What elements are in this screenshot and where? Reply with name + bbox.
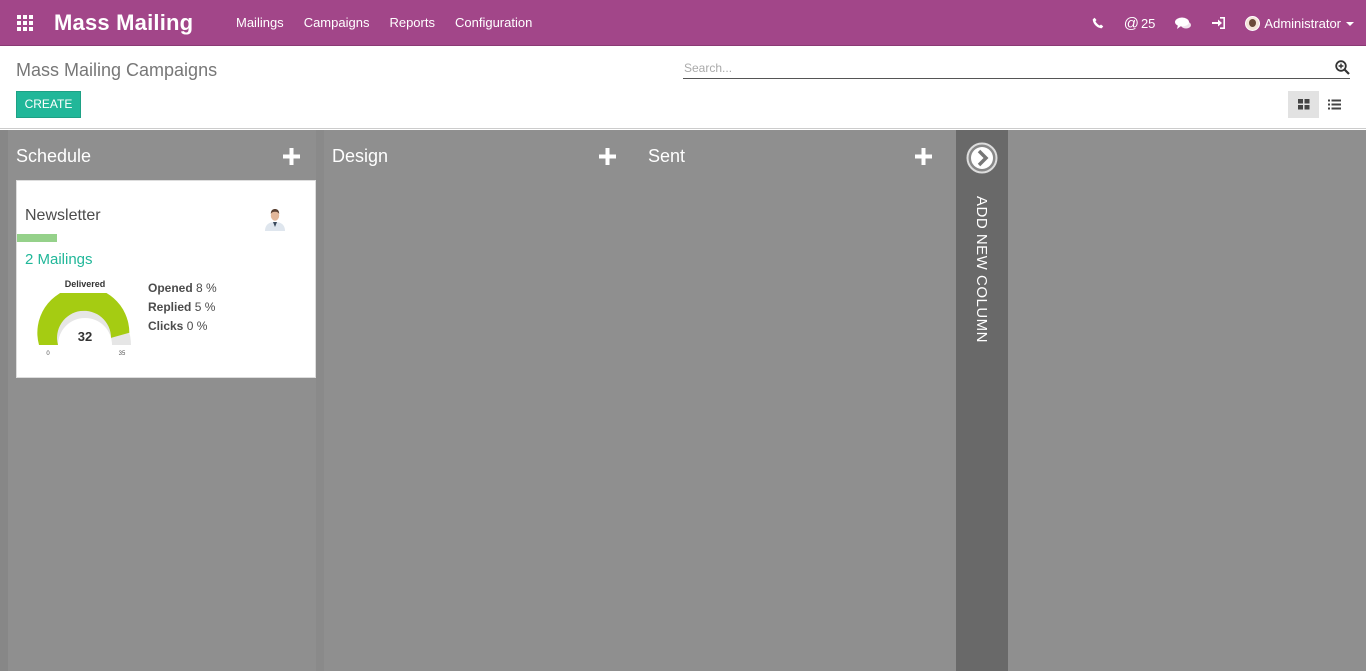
mentions-button[interactable]: @ 25 <box>1114 0 1166 46</box>
kanban-left-gutter <box>0 130 8 671</box>
add-new-column[interactable]: ADD NEW COLUMN <box>956 130 1008 671</box>
gauge-label: Delivered <box>64 279 106 289</box>
kanban-board: Schedule Design Sent Newsletter 2 Mailin… <box>0 130 1366 671</box>
login-button[interactable] <box>1202 0 1235 46</box>
column-separator <box>316 130 324 671</box>
stat-replied: Replied 5 % <box>148 298 217 317</box>
add-column-label: ADD NEW COLUMN <box>973 196 990 344</box>
top-navbar: Mass Mailing Mailings Campaigns Reports … <box>0 0 1366 46</box>
list-view-button[interactable] <box>1319 91 1350 118</box>
messages-button[interactable] <box>1165 0 1202 46</box>
column-title: Schedule <box>16 146 92 166</box>
search-plus-icon[interactable] <box>1335 60 1350 75</box>
sign-in-icon <box>1212 17 1226 29</box>
menu-item-reports[interactable]: Reports <box>379 0 445 46</box>
control-panel: Mass Mailing Campaigns CREATE <box>0 46 1366 129</box>
chevron-down-icon <box>1346 22 1354 26</box>
app-title: Mass Mailing <box>54 10 194 35</box>
main-menu: Mailings Campaigns Reports Configuration <box>226 0 542 46</box>
mentions-count: 25 <box>1140 15 1156 31</box>
search-bar <box>683 58 1350 79</box>
kanban-column-sent: Sent <box>640 130 956 671</box>
gauge-min: 0 <box>46 351 50 357</box>
menu-item-configuration[interactable]: Configuration <box>445 0 542 46</box>
at-icon: @ <box>1123 14 1139 32</box>
systray: @ 25 Administrator <box>1082 0 1366 46</box>
column-title: Design <box>332 146 389 166</box>
user-name: Administrator <box>1264 15 1341 31</box>
mailings-link[interactable]: 2 Mailings <box>25 251 93 268</box>
breadcrumb: Mass Mailing Campaigns <box>16 60 218 80</box>
column-title: Sent <box>648 146 686 166</box>
phone-icon <box>1092 17 1103 29</box>
stat-opened: Opened 8 % <box>148 279 217 298</box>
gauge-chart: 32 0 35 <box>37 293 131 357</box>
user-menu[interactable]: Administrator <box>1235 0 1366 46</box>
create-button[interactable]: CREATE <box>16 91 81 118</box>
stat-value: 0 % <box>186 319 208 333</box>
chevron-right-circle-icon <box>966 142 998 174</box>
add-card-icon[interactable] <box>915 148 932 165</box>
campaign-card[interactable]: Newsletter 2 Mailings Delivered 32 0 35 <box>16 180 316 378</box>
add-card-icon[interactable] <box>599 148 616 165</box>
responsible-avatar[interactable] <box>262 205 288 231</box>
view-switcher <box>1288 91 1350 118</box>
kanban-view-button[interactable] <box>1288 91 1319 118</box>
user-avatar <box>1245 15 1261 31</box>
chat-bubbles-icon <box>1175 17 1192 29</box>
phone-button[interactable] <box>1082 0 1114 46</box>
kanban-grid-icon <box>1297 99 1309 110</box>
stat-label: Clicks <box>148 319 184 333</box>
list-icon <box>1328 99 1341 110</box>
kanban-column-design: Design <box>324 130 640 671</box>
gauge-max: 35 <box>119 351 126 357</box>
stat-value: 5 % <box>194 300 216 314</box>
card-stats: Opened 8 % Replied 5 % Clicks 0 % <box>148 279 217 336</box>
delivered-gauge: Delivered 32 0 35 <box>31 279 141 363</box>
stat-value: 8 % <box>196 281 217 295</box>
apps-menu-icon[interactable] <box>17 15 34 31</box>
add-card-icon[interactable] <box>283 148 300 165</box>
color-tag <box>17 234 57 242</box>
gauge-value: 32 <box>78 329 92 344</box>
menu-item-campaigns[interactable]: Campaigns <box>294 0 380 46</box>
stat-label: Opened <box>148 281 193 295</box>
stat-label: Replied <box>148 300 192 314</box>
menu-item-mailings[interactable]: Mailings <box>226 0 294 46</box>
card-title: Newsletter <box>25 207 101 224</box>
search-input[interactable] <box>683 58 1323 78</box>
stat-clicks: Clicks 0 % <box>148 317 217 336</box>
